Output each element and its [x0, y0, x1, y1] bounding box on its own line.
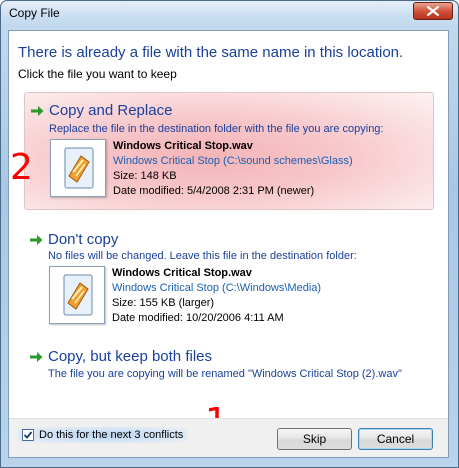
audio-file-icon: [63, 274, 93, 316]
conflicts-checkbox-row[interactable]: Do this for the next 3 conflicts: [18, 427, 188, 443]
file-location: Windows Critical Stop (C:\sound schemes\…: [113, 155, 353, 167]
file-name: Windows Critical Stop.wav: [113, 140, 253, 152]
file-name: Windows Critical Stop.wav: [112, 267, 252, 279]
source-file-details: Windows Critical Stop.wav Windows Critic…: [50, 139, 353, 199]
close-button[interactable]: [413, 2, 453, 20]
close-icon: [427, 6, 439, 16]
option-title: Don't copy: [48, 231, 119, 248]
conflicts-checkbox[interactable]: [22, 429, 34, 441]
green-arrow-icon: [30, 351, 43, 362]
audio-file-icon: [64, 147, 94, 189]
instruction-text: Click the file you want to keep: [18, 67, 177, 81]
option-title: Copy and Replace: [49, 102, 173, 119]
option-dont-copy[interactable]: Don't copy No files will be changed. Lea…: [24, 222, 434, 330]
cancel-button[interactable]: Cancel: [358, 428, 433, 450]
option-copy-and-replace[interactable]: Copy and Replace Replace the file in the…: [24, 92, 434, 210]
skip-button[interactable]: Skip: [277, 428, 352, 450]
conflict-headline: There is already a file with the same na…: [18, 44, 404, 61]
green-arrow-icon: [30, 234, 43, 245]
checkmark-icon: [23, 431, 33, 439]
file-thumbnail: [49, 266, 105, 324]
option-title: Copy, but keep both files: [48, 348, 212, 365]
green-arrow-icon: [31, 105, 44, 116]
checkbox-label: Do this for the next 3 conflicts: [39, 429, 184, 441]
file-size: Size: 155 KB (larger): [112, 297, 215, 309]
option-description: No files will be changed. Leave this fil…: [48, 250, 357, 262]
option-description: The file you are copying will be renamed…: [48, 368, 402, 380]
option-description: Replace the file in the destination fold…: [49, 123, 384, 135]
file-date-modified: Date modified: 5/4/2008 2:31 PM (newer): [113, 185, 315, 197]
annotation-2: 2: [10, 147, 33, 188]
file-date-modified: Date modified: 10/20/2006 4:11 AM: [112, 312, 284, 324]
destination-file-details: Windows Critical Stop.wav Windows Critic…: [49, 266, 321, 326]
option-keep-both[interactable]: Copy, but keep both files The file you a…: [24, 346, 434, 388]
file-size: Size: 148 KB: [113, 170, 177, 182]
file-thumbnail: [50, 139, 106, 197]
file-location: Windows Critical Stop (C:\Windows\Media): [112, 282, 322, 294]
title-bar: Copy File: [1, 1, 458, 27]
window-title: Copy File: [9, 6, 60, 20]
